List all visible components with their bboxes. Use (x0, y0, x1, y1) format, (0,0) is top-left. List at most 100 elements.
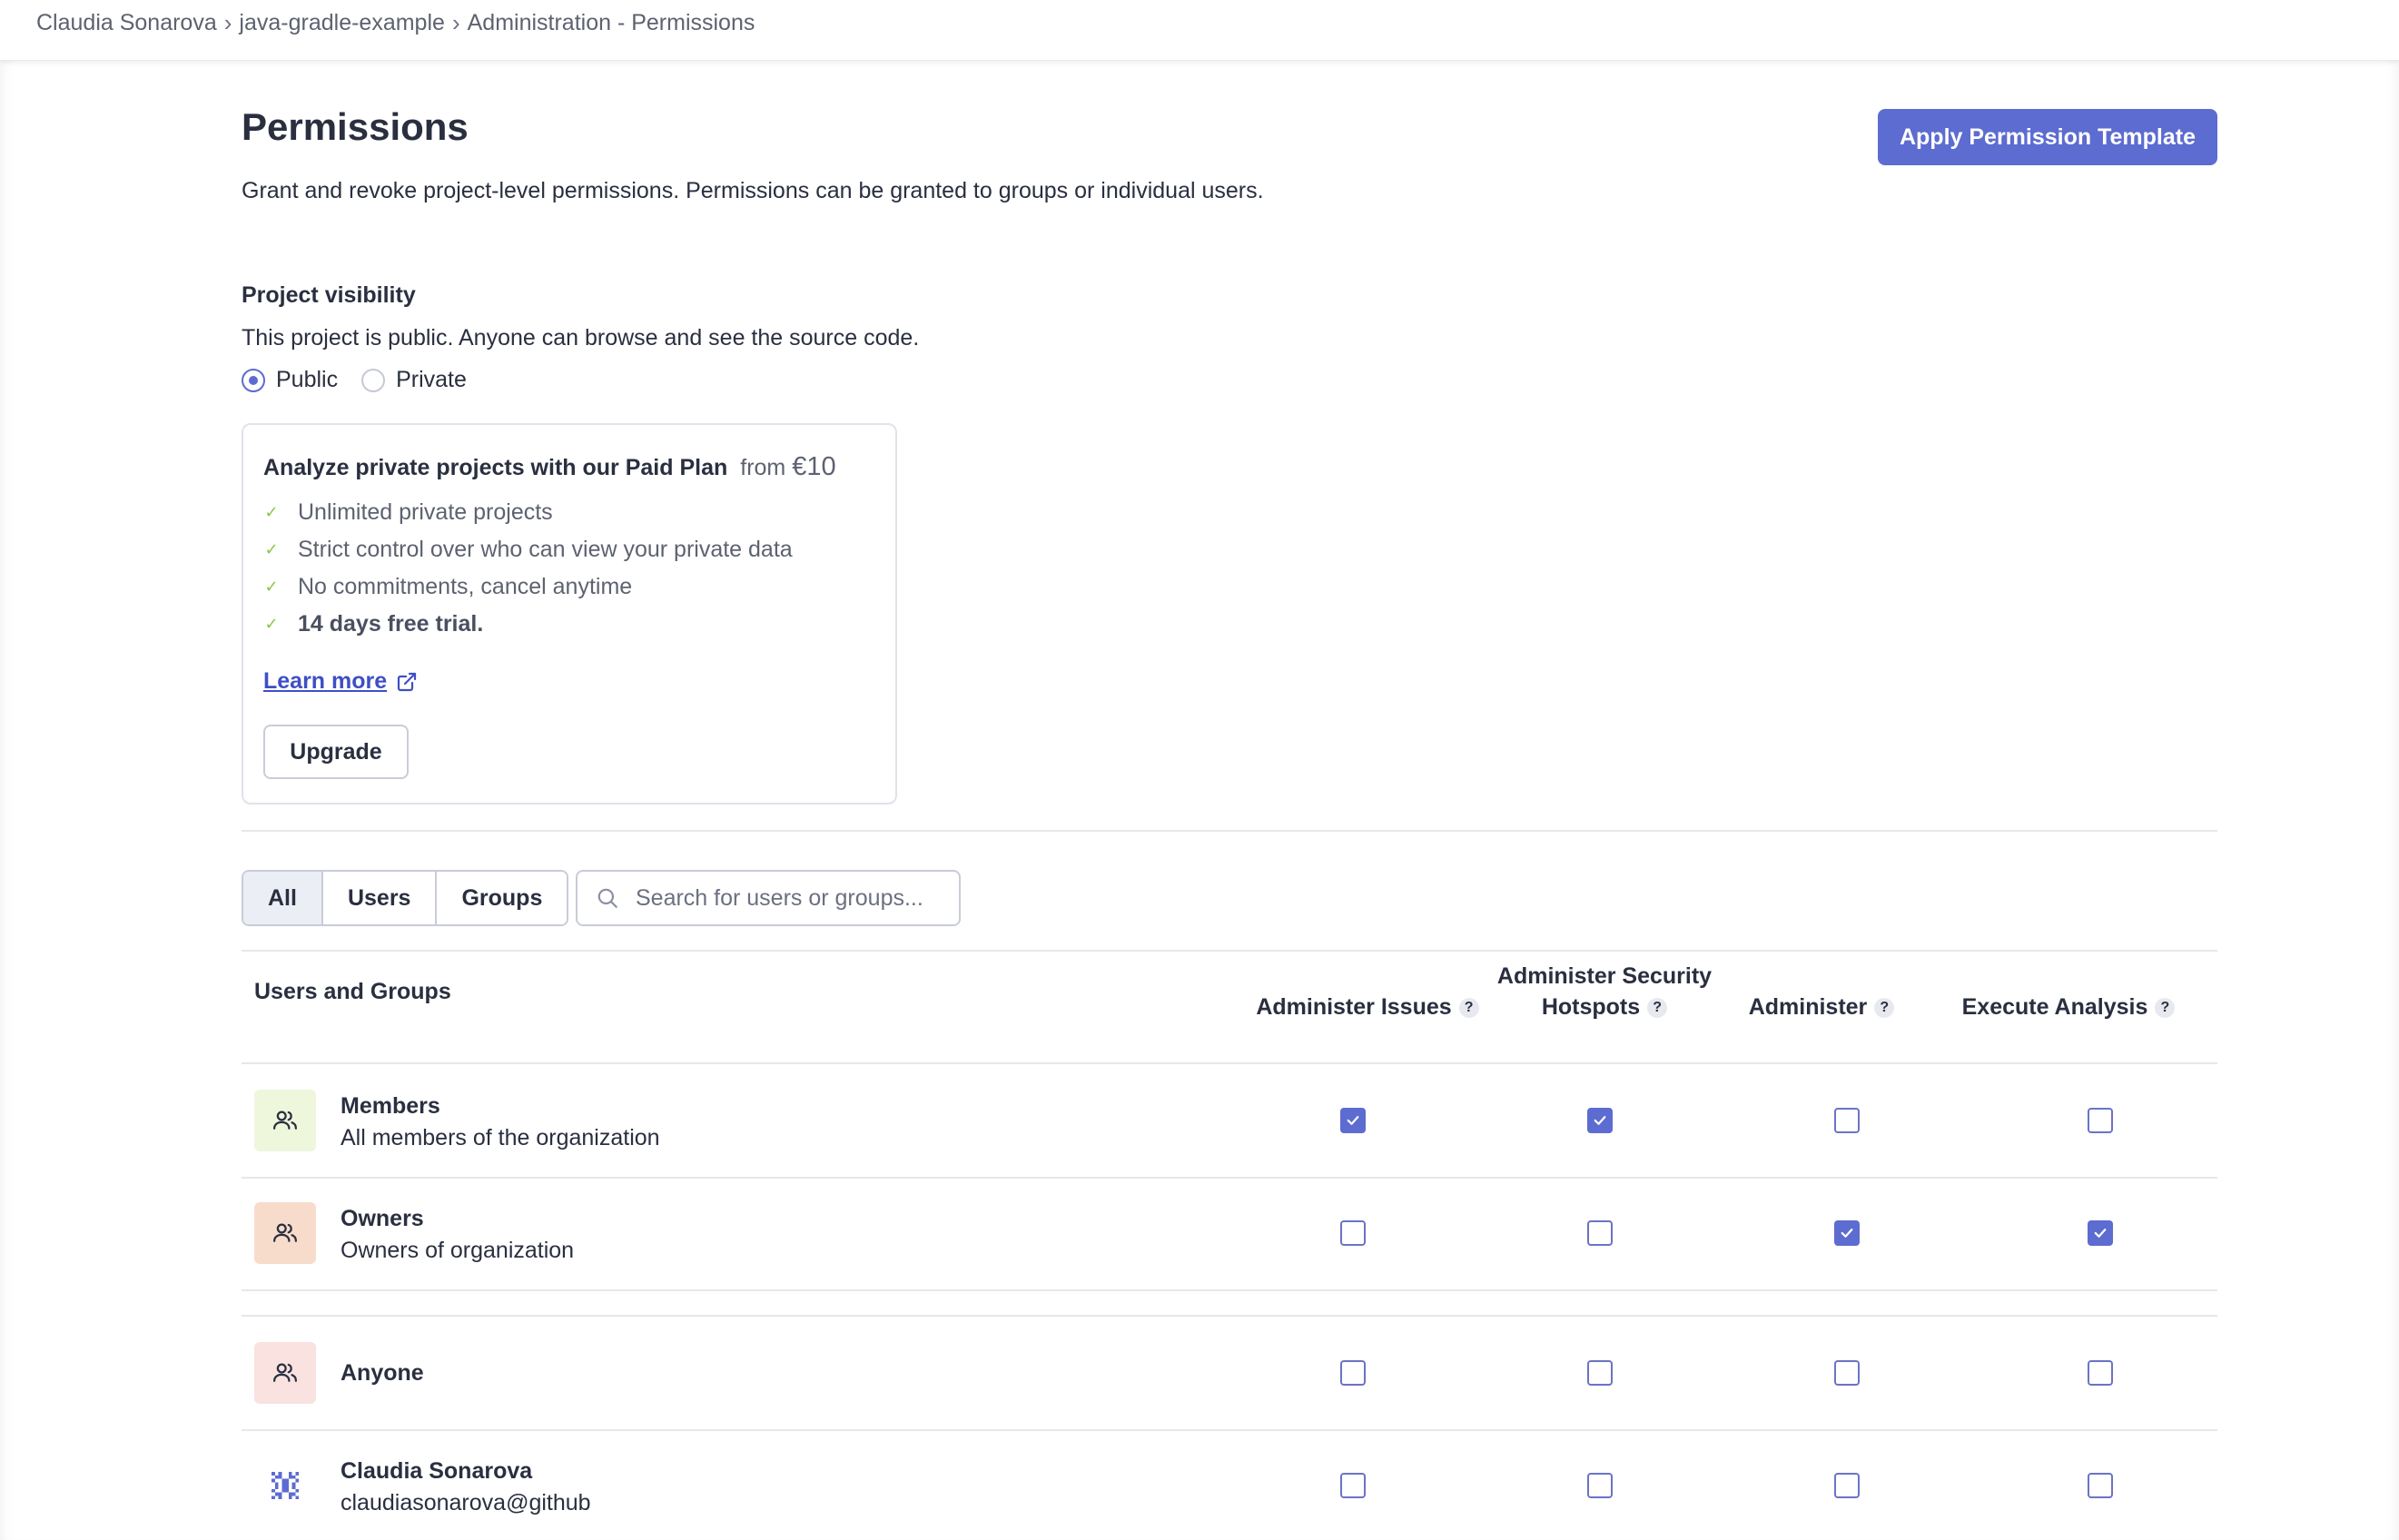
group-icon (273, 1111, 297, 1130)
row-user-claudia-sonarova: Claudia Sonarova claudiasonarova@github (341, 1458, 591, 1516)
filter-groups-button[interactable]: Groups (437, 872, 568, 924)
search-box (576, 870, 961, 926)
group-icon (273, 1223, 297, 1242)
checkbox-anyone-administer-security-hotspots[interactable] (1587, 1360, 1613, 1386)
feature-item: ✓ No commitments, cancel anytime (264, 574, 633, 599)
paid-plan-price: from €10 (740, 452, 835, 482)
row-anyone: Anyone (341, 1360, 424, 1387)
chevron-right-icon: › (223, 9, 232, 36)
help-icon[interactable]: ? (1647, 998, 1668, 1019)
external-link-icon (398, 672, 417, 691)
checkbox-owners-administer-security-hotspots[interactable] (1587, 1220, 1613, 1246)
price-amount: €10 (792, 452, 836, 481)
column-header-administer-security-hotspots: Administer Security Hotspots? (1496, 963, 1713, 1020)
checkbox-claudia-administer-security-hotspots[interactable] (1587, 1473, 1613, 1498)
breadcrumb-project[interactable]: java-gradle-example (239, 10, 445, 36)
column-header-administer: Administer? (1713, 992, 1930, 1022)
row-description: All members of the organization (341, 1125, 660, 1150)
private-radio-label: Private (396, 367, 467, 392)
users-groups-header: Users and Groups (254, 979, 451, 1004)
visibility-title: Project visibility (242, 282, 416, 308)
visibility-public-option[interactable]: Public (242, 367, 338, 393)
table-top-divider (242, 950, 2217, 952)
user-avatar (254, 1455, 316, 1516)
breadcrumb-organization[interactable]: Claudia Sonarova (36, 10, 217, 36)
price-prefix: from (740, 455, 786, 480)
check-icon: ✓ (264, 540, 279, 558)
learn-more-link[interactable]: Learn more (263, 668, 418, 695)
paid-plan-features: ✓ Unlimited private projects ✓ Strict cont… (263, 494, 793, 643)
page-body: Permissions Apply Permission Template Gr… (0, 60, 2399, 1540)
visibility-description: This project is public. Anyone can brows… (242, 325, 920, 350)
group-icon (273, 1363, 297, 1382)
row-owners: Owners Owners of organization (341, 1206, 574, 1264)
group-avatar-owners (254, 1202, 316, 1264)
visibility-radio-group: Public Private (242, 367, 467, 393)
row-divider (242, 1177, 2217, 1179)
checkbox-members-administer[interactable] (1834, 1108, 1860, 1133)
help-icon[interactable]: ? (1874, 998, 1895, 1019)
section-divider (242, 830, 2217, 832)
breadcrumb: Claudia Sonarova › java-gradle-example ›… (36, 9, 755, 37)
checkbox-claudia-administer[interactable] (1834, 1473, 1860, 1498)
upgrade-button[interactable]: Upgrade (263, 725, 409, 779)
row-name: Owners (341, 1206, 424, 1231)
row-description: Owners of organization (341, 1238, 575, 1263)
checkbox-members-administer-issues[interactable] (1340, 1108, 1366, 1133)
breadcrumb-current-page: Administration - Permissions (467, 10, 755, 35)
paid-plan-card: Analyze private projects with our Paid P… (242, 423, 897, 805)
row-members: Members All members of the organization (341, 1093, 660, 1151)
check-icon: ✓ (264, 615, 279, 633)
checkbox-anyone-administer[interactable] (1834, 1360, 1860, 1386)
feature-item: ✓ Unlimited private projects (264, 499, 553, 525)
checkbox-owners-execute-analysis[interactable] (2088, 1220, 2113, 1246)
paid-plan-header: Analyze private projects with our Paid P… (263, 452, 836, 482)
page-description: Grant and revoke project-level permissio… (242, 178, 1264, 203)
checkmark-icon (2094, 1229, 2107, 1238)
help-icon[interactable]: ? (2155, 998, 2176, 1019)
search-icon (597, 888, 617, 908)
identicon-icon (271, 1472, 299, 1499)
checkbox-members-administer-security-hotspots[interactable] (1587, 1108, 1613, 1133)
group-avatar-anyone (254, 1342, 316, 1404)
column-header-administer-issues: Administer Issues? (1231, 992, 1504, 1022)
search-input[interactable] (636, 884, 944, 912)
row-divider (242, 1289, 2217, 1291)
check-icon: ✓ (264, 578, 279, 596)
checkmark-icon (1594, 1116, 1606, 1125)
checkbox-members-execute-analysis[interactable] (2088, 1108, 2113, 1133)
row-name: Anyone (341, 1360, 424, 1386)
top-bar: Claudia Sonarova › java-gradle-example ›… (0, 0, 2399, 60)
checkbox-claudia-administer-issues[interactable] (1340, 1473, 1366, 1498)
row-name: Members (341, 1093, 440, 1119)
checkmark-icon (1347, 1116, 1359, 1125)
learn-more-label: Learn more (263, 668, 388, 694)
help-icon[interactable]: ? (1458, 998, 1479, 1019)
table-header-divider (242, 1062, 2217, 1064)
checkmark-icon (1841, 1229, 1853, 1238)
page-title: Permissions (242, 105, 469, 148)
chevron-right-icon: › (451, 9, 460, 36)
checkbox-anyone-administer-issues[interactable] (1340, 1360, 1366, 1386)
feature-item: ✓ Strict control over who can view your p… (264, 537, 793, 562)
visibility-private-option[interactable]: Private (361, 367, 467, 393)
apply-permission-template-button[interactable]: Apply Permission Template (1878, 109, 2217, 165)
checkbox-claudia-execute-analysis[interactable] (2088, 1473, 2113, 1498)
public-radio[interactable] (242, 368, 265, 392)
checkbox-owners-administer[interactable] (1834, 1220, 1860, 1246)
checkbox-anyone-execute-analysis[interactable] (2088, 1360, 2113, 1386)
row-divider (242, 1429, 2217, 1431)
filter-all-button[interactable]: All (243, 872, 323, 924)
filter-toggle-group: All Users Groups (242, 870, 569, 926)
row-name: Claudia Sonarova (341, 1458, 533, 1484)
column-header-execute-analysis: Execute Analysis? (1932, 992, 2205, 1022)
paid-plan-title: Analyze private projects with our Paid P… (263, 455, 728, 480)
section-divider (242, 1315, 2217, 1317)
private-radio[interactable] (361, 368, 386, 392)
checkbox-owners-administer-issues[interactable] (1340, 1220, 1366, 1246)
filter-users-button[interactable]: Users (322, 872, 438, 924)
feature-item: ✓ 14 days free trial. (264, 611, 484, 637)
row-description: claudiasonarova@github (341, 1490, 591, 1515)
check-icon: ✓ (264, 503, 279, 521)
group-avatar-members (254, 1090, 316, 1151)
